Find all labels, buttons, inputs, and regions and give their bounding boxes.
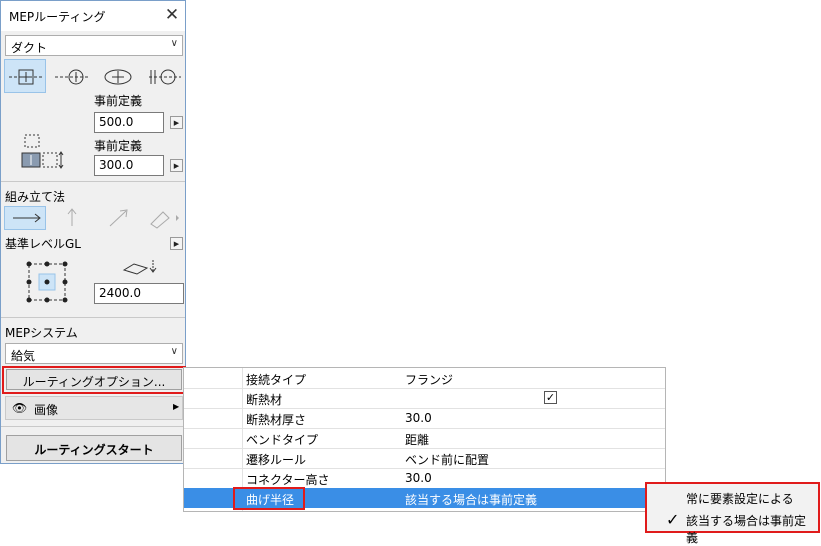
table-row[interactable]: 断熱材 ✓: [184, 388, 665, 409]
height-preset-arrow-icon[interactable]: ▶: [170, 159, 183, 172]
checkmark-icon: ✓: [666, 510, 680, 529]
rectangular-duct-mode-icon[interactable]: [4, 59, 46, 93]
start-routing-button[interactable]: ルーティングスタート: [6, 435, 182, 461]
table-row[interactable]: 断熱材厚さ 30.0: [184, 408, 665, 429]
popup-menu-item[interactable]: ✓ 該当する場合は事前定義: [666, 509, 816, 545]
option-value: 距離: [405, 433, 430, 447]
height-input[interactable]: 300.0: [94, 155, 164, 176]
mep-routing-palette: MEPルーティング ✕ ダクト ∨ 事前定義 500.0 ▶ 事前定義 300.…: [0, 0, 186, 464]
anchor-point-selector[interactable]: [23, 258, 71, 306]
option-key: コネクター高さ: [246, 473, 330, 487]
expand-arrow-icon: ▶: [173, 402, 180, 411]
flexible-duct-mode-icon[interactable]: [142, 59, 184, 93]
popup-item-label: 該当する場合は事前定義: [686, 514, 807, 545]
option-value: フランジ: [405, 373, 454, 387]
table-row[interactable]: 遷移ルール ベンド前に配置: [184, 448, 665, 469]
eye-icon: 👁: [12, 401, 28, 415]
divider: [1, 181, 185, 182]
element-type-dropdown[interactable]: ダクト ∨: [5, 35, 183, 56]
palette-title: MEPルーティング: [9, 10, 106, 24]
chevron-down-icon: ∨: [170, 346, 178, 357]
highlight-frame: [2, 366, 186, 394]
bend-radius-options-popup: 常に要素設定による ✓ 該当する場合は事前定義: [645, 482, 820, 545]
option-value: 30.0: [405, 411, 432, 425]
mep-system-dropdown[interactable]: 給気 ∨: [5, 343, 183, 364]
reference-level-label: 基準レベルGL: [5, 237, 81, 251]
diagonal-arrow-icon[interactable]: [104, 206, 134, 230]
mep-system-label: MEPシステム: [5, 326, 78, 340]
option-value: 該当する場合は事前定義: [405, 493, 538, 507]
assembly-method-label: 組み立て法: [5, 190, 66, 204]
popup-menu-item[interactable]: 常に要素設定による: [666, 487, 816, 507]
routing-options-table: 接続タイプ フランジ 断熱材 ✓ 断熱材厚さ 30.0 ベンドタイプ 距離 遷移…: [183, 367, 666, 512]
horizontal-arrow-icon[interactable]: [4, 206, 46, 230]
option-value: ベンド前に配置: [405, 453, 490, 467]
image-section-header[interactable]: 👁 画像 ▶: [5, 396, 183, 420]
width-input[interactable]: 500.0: [94, 112, 164, 133]
image-section-label: 画像: [34, 403, 59, 417]
highlight-frame: [233, 487, 305, 510]
width-preset-label: 事前定義: [94, 94, 143, 108]
table-row[interactable]: 接続タイプ フランジ: [184, 368, 665, 389]
option-value: 30.0: [405, 471, 432, 485]
mep-system-value: 給気: [11, 349, 36, 363]
option-key: 遷移ルール: [246, 453, 307, 467]
round-duct-mode-icon[interactable]: [50, 59, 92, 93]
option-key: 接続タイプ: [246, 373, 307, 387]
table-row[interactable]: ベンドタイプ 距離: [184, 428, 665, 449]
elevation-icon: [121, 258, 161, 278]
close-icon[interactable]: ✕: [162, 4, 182, 26]
table-row[interactable]: コネクター高さ 30.0: [184, 468, 665, 489]
divider: [1, 317, 185, 318]
reference-level-arrow-icon[interactable]: ▶: [170, 237, 183, 250]
vertical-arrow-icon[interactable]: [57, 206, 87, 230]
option-key: ベンドタイプ: [246, 433, 319, 447]
cross-section-size-icon: [19, 131, 69, 175]
width-preset-arrow-icon[interactable]: ▶: [170, 116, 183, 129]
chevron-down-icon: ∨: [170, 38, 178, 49]
divider: [1, 426, 185, 427]
oval-duct-mode-icon[interactable]: [96, 59, 138, 93]
custom-angle-icon[interactable]: [145, 206, 181, 230]
insulation-checkbox[interactable]: ✓: [544, 391, 557, 404]
element-type-value: ダクト: [11, 41, 48, 55]
height-preset-label: 事前定義: [94, 139, 143, 153]
option-key: 断熱材厚さ: [246, 413, 307, 427]
option-key: 断熱材: [246, 393, 283, 407]
elevation-input[interactable]: 2400.0: [94, 283, 184, 304]
palette-titlebar: MEPルーティング ✕: [1, 1, 185, 31]
popup-item-label: 常に要素設定による: [686, 492, 794, 506]
